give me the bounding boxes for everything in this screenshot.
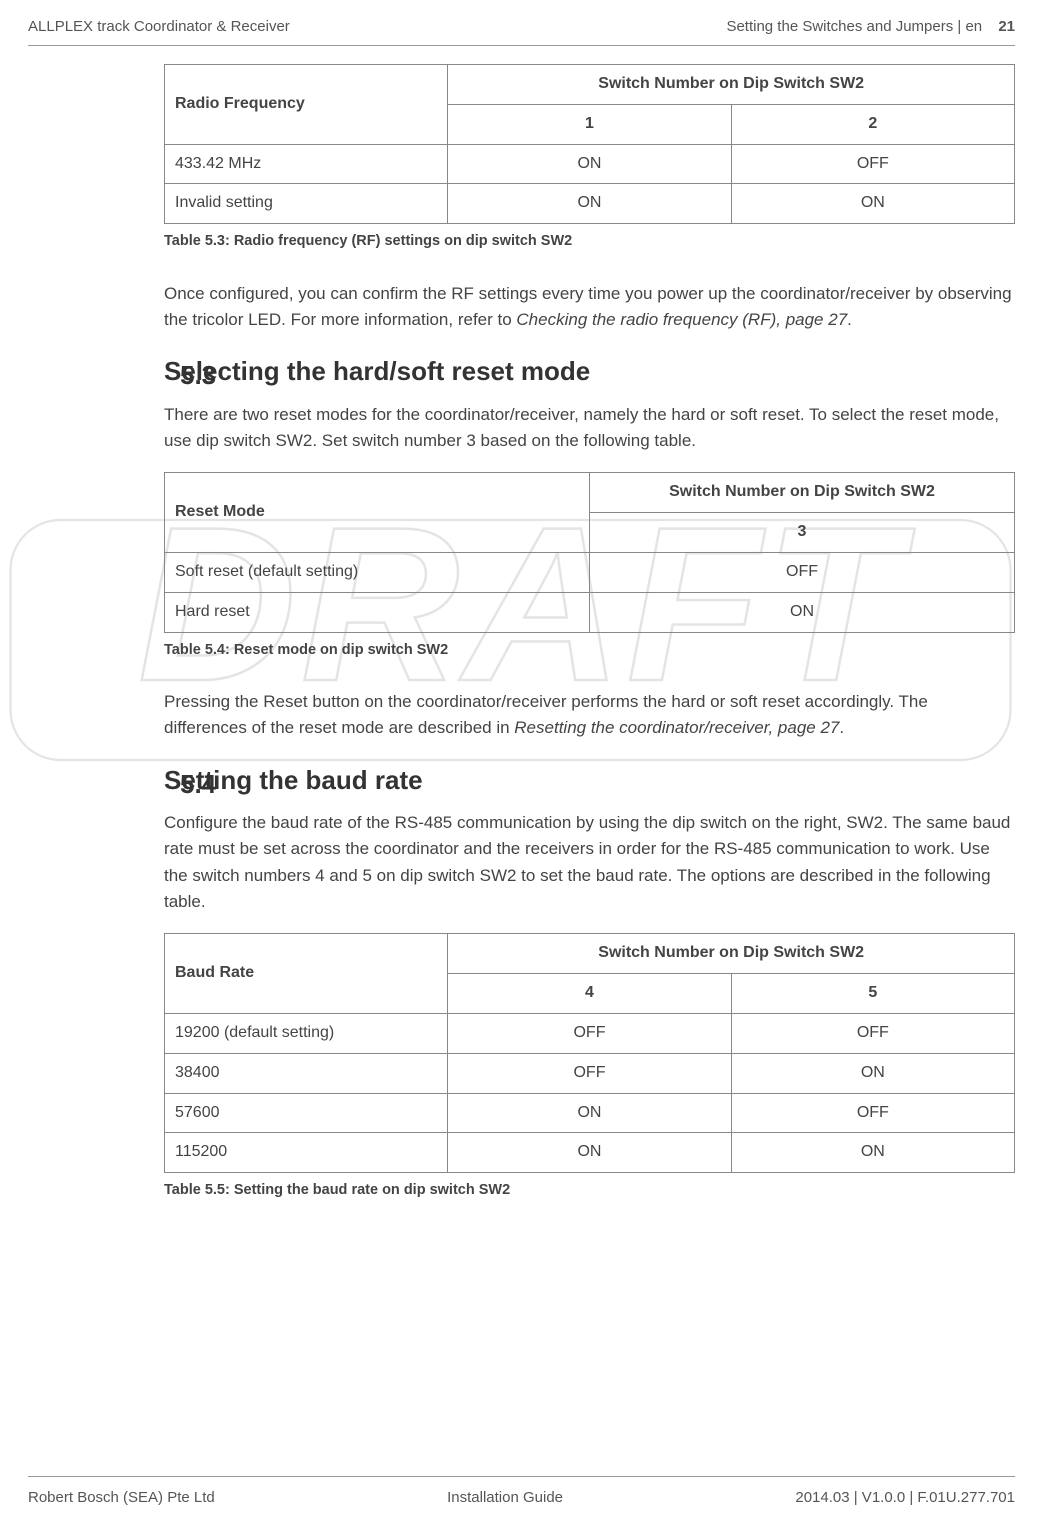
footer-doc-type: Installation Guide (447, 1489, 563, 1506)
table-caption-5-4: Table 5.4: Reset mode on dip switch SW2 (164, 639, 1015, 661)
paragraph-reset-intro: There are two reset modes for the coordi… (164, 402, 1015, 455)
page-footer: Robert Bosch (SEA) Pte Ltd Installation … (28, 1476, 1015, 1506)
table-row: 19200 (default setting) OFF OFF (165, 1013, 1015, 1053)
table-caption-5-5: Table 5.5: Setting the baud rate on dip … (164, 1179, 1015, 1201)
col-switch-number-sw2: Switch Number on Dip Switch SW2 (448, 934, 1015, 974)
heading-baud-rate: Setting the baud rate (164, 760, 1015, 800)
table-baud-rate: Baud Rate Switch Number on Dip Switch SW… (164, 933, 1015, 1173)
paragraph-reset-button: Pressing the Reset button on the coordin… (164, 689, 1015, 742)
table-row: 57600 ON OFF (165, 1093, 1015, 1133)
col-switch-5: 5 (731, 974, 1014, 1014)
footer-docid: 2014.03 | V1.0.0 | F.01U.277.701 (795, 1489, 1015, 1506)
paragraph-baud-intro: Configure the baud rate of the RS-485 co… (164, 810, 1015, 915)
paragraph-rf-confirm: Once configured, you can confirm the RF … (164, 281, 1015, 334)
header-section-label: Setting the Switches and Jumpers | en 21 (726, 18, 1015, 35)
section-number-5-4: 5.4 (180, 764, 216, 804)
section-number-5-3: 5.3 (180, 355, 216, 395)
table-caption-5-3: Table 5.3: Radio frequency (RF) settings… (164, 230, 1015, 252)
footer-company: Robert Bosch (SEA) Pte Ltd (28, 1489, 215, 1506)
col-switch-2: 2 (731, 104, 1014, 144)
col-switch-1: 1 (448, 104, 731, 144)
table-row: 38400 OFF ON (165, 1053, 1015, 1093)
col-switch-number-sw2: Switch Number on Dip Switch SW2 (448, 65, 1015, 105)
col-switch-3: 3 (590, 513, 1015, 553)
col-switch-number-sw2: Switch Number on Dip Switch SW2 (590, 473, 1015, 513)
table-row: Invalid setting ON ON (165, 184, 1015, 224)
table-row: Soft reset (default setting) OFF (165, 552, 1015, 592)
col-reset-mode: Reset Mode (165, 473, 590, 553)
table-reset-mode: Reset Mode Switch Number on Dip Switch S… (164, 472, 1015, 632)
col-baud-rate: Baud Rate (165, 934, 448, 1014)
page-number: 21 (998, 18, 1015, 35)
col-switch-4: 4 (448, 974, 731, 1014)
header-doc-title: ALLPLEX track Coordinator & Receiver (28, 18, 290, 35)
col-radio-frequency: Radio Frequency (165, 65, 448, 145)
table-row: 433.42 MHz ON OFF (165, 144, 1015, 184)
page-header: ALLPLEX track Coordinator & Receiver Set… (28, 18, 1015, 46)
table-row: 115200 ON ON (165, 1133, 1015, 1173)
table-radio-frequency: Radio Frequency Switch Number on Dip Swi… (164, 64, 1015, 224)
table-row: Hard reset ON (165, 592, 1015, 632)
heading-reset-mode: Selecting the hard/soft reset mode (164, 351, 1015, 391)
